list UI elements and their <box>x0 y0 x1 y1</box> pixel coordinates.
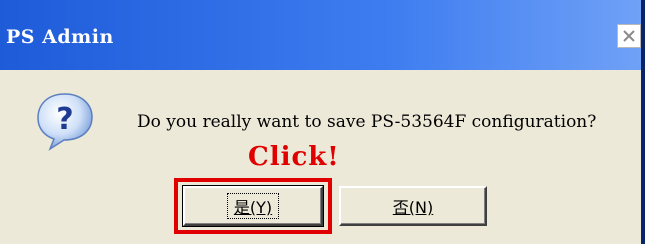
window-title: PS Admin <box>6 26 114 48</box>
question-icon: ? <box>37 93 93 151</box>
svg-text:?: ? <box>56 102 73 137</box>
yes-button-label: 是(Y) <box>226 193 280 219</box>
dialog-message: Do you really want to save PS-53564F con… <box>137 112 597 132</box>
click-annotation: Click! <box>248 142 340 172</box>
close-button[interactable] <box>617 24 641 48</box>
close-icon <box>623 30 635 42</box>
title-bar[interactable]: PS Admin <box>0 0 641 70</box>
yes-button[interactable]: 是(Y) <box>182 185 324 227</box>
dialog-window: PS Admin ? Do you really want to save PS… <box>0 0 645 244</box>
no-button[interactable]: 否(N) <box>339 186 487 226</box>
no-button-label: 否(N) <box>392 198 434 217</box>
